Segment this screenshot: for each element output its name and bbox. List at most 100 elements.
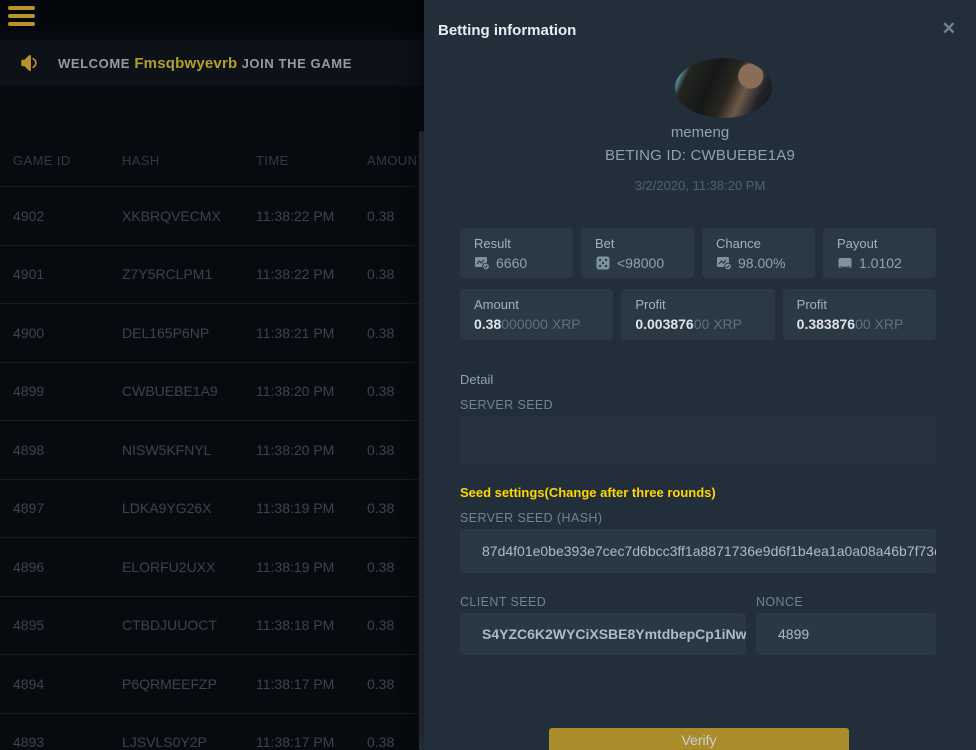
cell-game-id: 4901 (13, 266, 122, 282)
cell-hash: LJSVLS0Y2P (122, 734, 256, 750)
table-row[interactable]: 4901 Z7Y5RCLPM1 11:38:22 PM 0.38 (0, 245, 424, 304)
cell-time: 11:38:17 PM (256, 676, 367, 692)
profit-card: Profit 0.00387600 XRP (621, 289, 774, 340)
server-seed-label: SERVER SEED (460, 398, 553, 412)
seed-settings-heading: Seed settings(Change after three rounds) (460, 485, 716, 500)
cell-hash: P6QRMEEFZP (122, 676, 256, 692)
stat-value: <98000 (617, 255, 664, 271)
total-profit-value: 0.38387600 XRP (797, 316, 936, 332)
cell-time: 11:38:20 PM (256, 383, 367, 399)
table-row[interactable]: 4902 XKBRQVECMX 11:38:22 PM 0.38 (0, 186, 424, 245)
chance-check-icon (716, 255, 732, 271)
betting-id: BETING ID: CWBUEBE1A9 (424, 147, 976, 164)
amount-label: Amount (474, 297, 613, 312)
amount-card: Amount 0.38000000 XRP (460, 289, 613, 340)
stat-card-chance: Chance 98.00% (702, 228, 815, 278)
cell-amount: 0.38 (367, 617, 427, 633)
modal-title: Betting information (438, 22, 576, 39)
cell-hash: CTBDJUUOCT (122, 617, 256, 633)
stat-card-result: Result 6660 (460, 228, 573, 278)
stat-label: Result (474, 236, 573, 251)
cell-game-id: 4899 (13, 383, 122, 399)
bet-stats-row: Result 6660 Bet (460, 228, 936, 278)
cell-game-id: 4898 (13, 442, 122, 458)
cell-amount: 0.38 (367, 442, 427, 458)
cell-amount: 0.38 (367, 208, 427, 224)
nonce-label: NONCE (756, 595, 803, 609)
join-the-game-text: JOIN THE GAME (242, 56, 352, 71)
welcome-word: WELCOME (58, 56, 130, 71)
cell-game-id: 4896 (13, 559, 122, 575)
table-header-row: GAME ID HASH TIME AMOUNT (0, 135, 424, 186)
server-seed-hash-field[interactable]: 87d4f01e0be393e7cec7d6bcc3ff1a8871736e9d… (460, 529, 936, 573)
cell-hash: LDKA9YG26X (122, 500, 256, 516)
stat-label: Chance (716, 236, 815, 251)
cell-time: 11:38:19 PM (256, 559, 367, 575)
total-profit-card: Profit 0.38387600 XRP (783, 289, 936, 340)
table-row[interactable]: 4893 LJSVLS0Y2P 11:38:17 PM 0.38 (0, 713, 424, 750)
cell-time: 11:38:19 PM (256, 500, 367, 516)
total-profit-label: Profit (797, 297, 936, 312)
stat-label: Payout (837, 236, 936, 251)
dice-icon (595, 255, 611, 271)
table-row[interactable]: 4894 P6QRMEEFZP 11:38:17 PM 0.38 (0, 654, 424, 713)
table-row[interactable]: 4899 CWBUEBE1A9 11:38:20 PM 0.38 (0, 362, 424, 421)
cell-time: 11:38:22 PM (256, 266, 367, 282)
games-table: GAME ID HASH TIME AMOUNT 4902 XKBRQVECMX… (0, 135, 424, 750)
stat-value: 98.00% (738, 255, 785, 271)
cell-game-id: 4895 (13, 617, 122, 633)
cell-amount: 0.38 (367, 325, 427, 341)
col-header-hash: HASH (122, 153, 256, 168)
cell-hash: ELORFU2UXX (122, 559, 256, 575)
player-username: memeng (424, 124, 976, 141)
server-seed-hash-label: SERVER SEED (HASH) (460, 511, 602, 525)
profit-label: Profit (635, 297, 774, 312)
betting-information-modal: Betting information ✕ memeng BETING ID: … (424, 0, 976, 750)
cell-hash: NISW5KFNYL (122, 442, 256, 458)
detail-section-label: Detail (460, 372, 493, 387)
cell-amount: 0.38 (367, 500, 427, 516)
cell-hash: DEL165P6NP (122, 325, 256, 341)
cell-time: 11:38:18 PM (256, 617, 367, 633)
cell-game-id: 4897 (13, 500, 122, 516)
bet-amounts-row: Amount 0.38000000 XRP Profit 0.00387600 … (460, 289, 936, 340)
client-seed-field[interactable]: S4YZC6K2WYCiXSBE8YmtdbepCp1iNwz (460, 613, 746, 655)
table-row[interactable]: 4895 CTBDJUUOCT 11:38:18 PM 0.38 (0, 596, 424, 655)
bet-datetime: 3/2/2020, 11:38:20 PM (424, 178, 976, 193)
menu-hamburger-icon[interactable] (8, 6, 35, 26)
table-row[interactable]: 4898 NISW5KFNYL 11:38:20 PM 0.38 (0, 420, 424, 479)
col-header-game-id: GAME ID (13, 153, 122, 168)
cell-time: 11:38:22 PM (256, 208, 367, 224)
cell-hash: CWBUEBE1A9 (122, 383, 256, 399)
welcome-message: WELCOME Fmsqbwyevrb JOIN THE GAME (58, 55, 352, 72)
table-row[interactable]: 4900 DEL165P6NP 11:38:21 PM 0.38 (0, 303, 424, 362)
table-row[interactable]: 4896 ELORFU2UXX 11:38:19 PM 0.38 (0, 537, 424, 596)
profit-value: 0.00387600 XRP (635, 316, 774, 332)
payout-wallet-icon (837, 255, 853, 271)
result-chart-icon (474, 255, 490, 271)
table-row[interactable]: 4897 LDKA9YG26X 11:38:19 PM 0.38 (0, 479, 424, 538)
table-body: 4902 XKBRQVECMX 11:38:22 PM 0.38 4901 Z7… (0, 186, 424, 750)
close-icon[interactable]: ✕ (942, 20, 956, 37)
user-avatar (675, 58, 772, 118)
cell-time: 11:38:21 PM (256, 325, 367, 341)
cell-time: 11:38:20 PM (256, 442, 367, 458)
banner-username: Fmsqbwyevrb (134, 55, 237, 72)
cell-amount: 0.38 (367, 676, 427, 692)
megaphone-icon (18, 50, 44, 76)
stat-value: 1.0102 (859, 255, 902, 271)
cell-game-id: 4893 (13, 734, 122, 750)
amount-value: 0.38000000 XRP (474, 316, 613, 332)
stat-card-bet: Bet <98000 (581, 228, 694, 278)
cell-hash: Z7Y5RCLPM1 (122, 266, 256, 282)
cell-hash: XKBRQVECMX (122, 208, 256, 224)
client-seed-label: CLIENT SEED (460, 595, 546, 609)
cell-game-id: 4894 (13, 676, 122, 692)
nonce-field[interactable]: 4899 (756, 613, 936, 655)
cell-amount: 0.38 (367, 559, 427, 575)
cell-amount: 0.38 (367, 266, 427, 282)
server-seed-field[interactable] (460, 416, 936, 464)
verify-button[interactable]: Verify (549, 728, 849, 750)
cell-game-id: 4900 (13, 325, 122, 341)
col-header-amount: AMOUNT (367, 153, 427, 168)
